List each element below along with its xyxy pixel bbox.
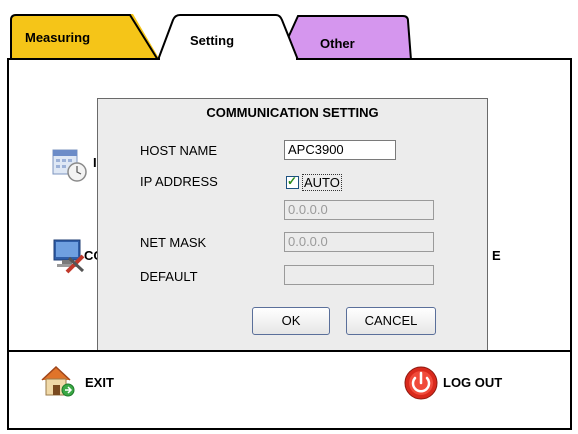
tab-setting-label[interactable]: Setting xyxy=(190,33,234,48)
net-mask-label: NET MASK xyxy=(140,235,207,250)
communication-setting-dialog: COMMUNICATION SETTING HOST NAME APC3900 … xyxy=(97,98,488,351)
auto-checkbox[interactable] xyxy=(286,174,299,189)
host-name-label: HOST NAME xyxy=(140,143,218,158)
host-name-input[interactable]: APC3900 xyxy=(284,140,396,160)
dialog-title: COMMUNICATION SETTING xyxy=(206,105,379,120)
auto-checkbox-label[interactable]: AUTO xyxy=(302,174,342,191)
power-icon[interactable] xyxy=(404,366,438,400)
tab-measuring-label[interactable]: Measuring xyxy=(25,30,90,45)
default-gateway-input[interactable] xyxy=(284,265,434,285)
exit-label[interactable]: EXIT xyxy=(85,375,114,390)
tab-other-label[interactable]: Other xyxy=(320,36,355,51)
logout-label[interactable]: LOG OUT xyxy=(443,375,502,390)
footer-panel xyxy=(7,350,572,430)
net-mask-input[interactable]: 0.0.0.0 xyxy=(284,232,434,252)
active-tab-gap xyxy=(160,58,296,61)
ip-address-input[interactable]: 0.0.0.0 xyxy=(284,200,434,220)
ok-button[interactable]: OK xyxy=(252,307,330,335)
home-exit-icon[interactable] xyxy=(38,362,78,398)
calendar-clock-icon[interactable] xyxy=(52,148,88,182)
right-item-label[interactable]: E xyxy=(492,248,501,263)
cancel-button[interactable]: CANCEL xyxy=(346,307,436,335)
ip-address-label: IP ADDRESS xyxy=(140,174,218,189)
default-gateway-label: DEFAULT xyxy=(140,269,198,284)
